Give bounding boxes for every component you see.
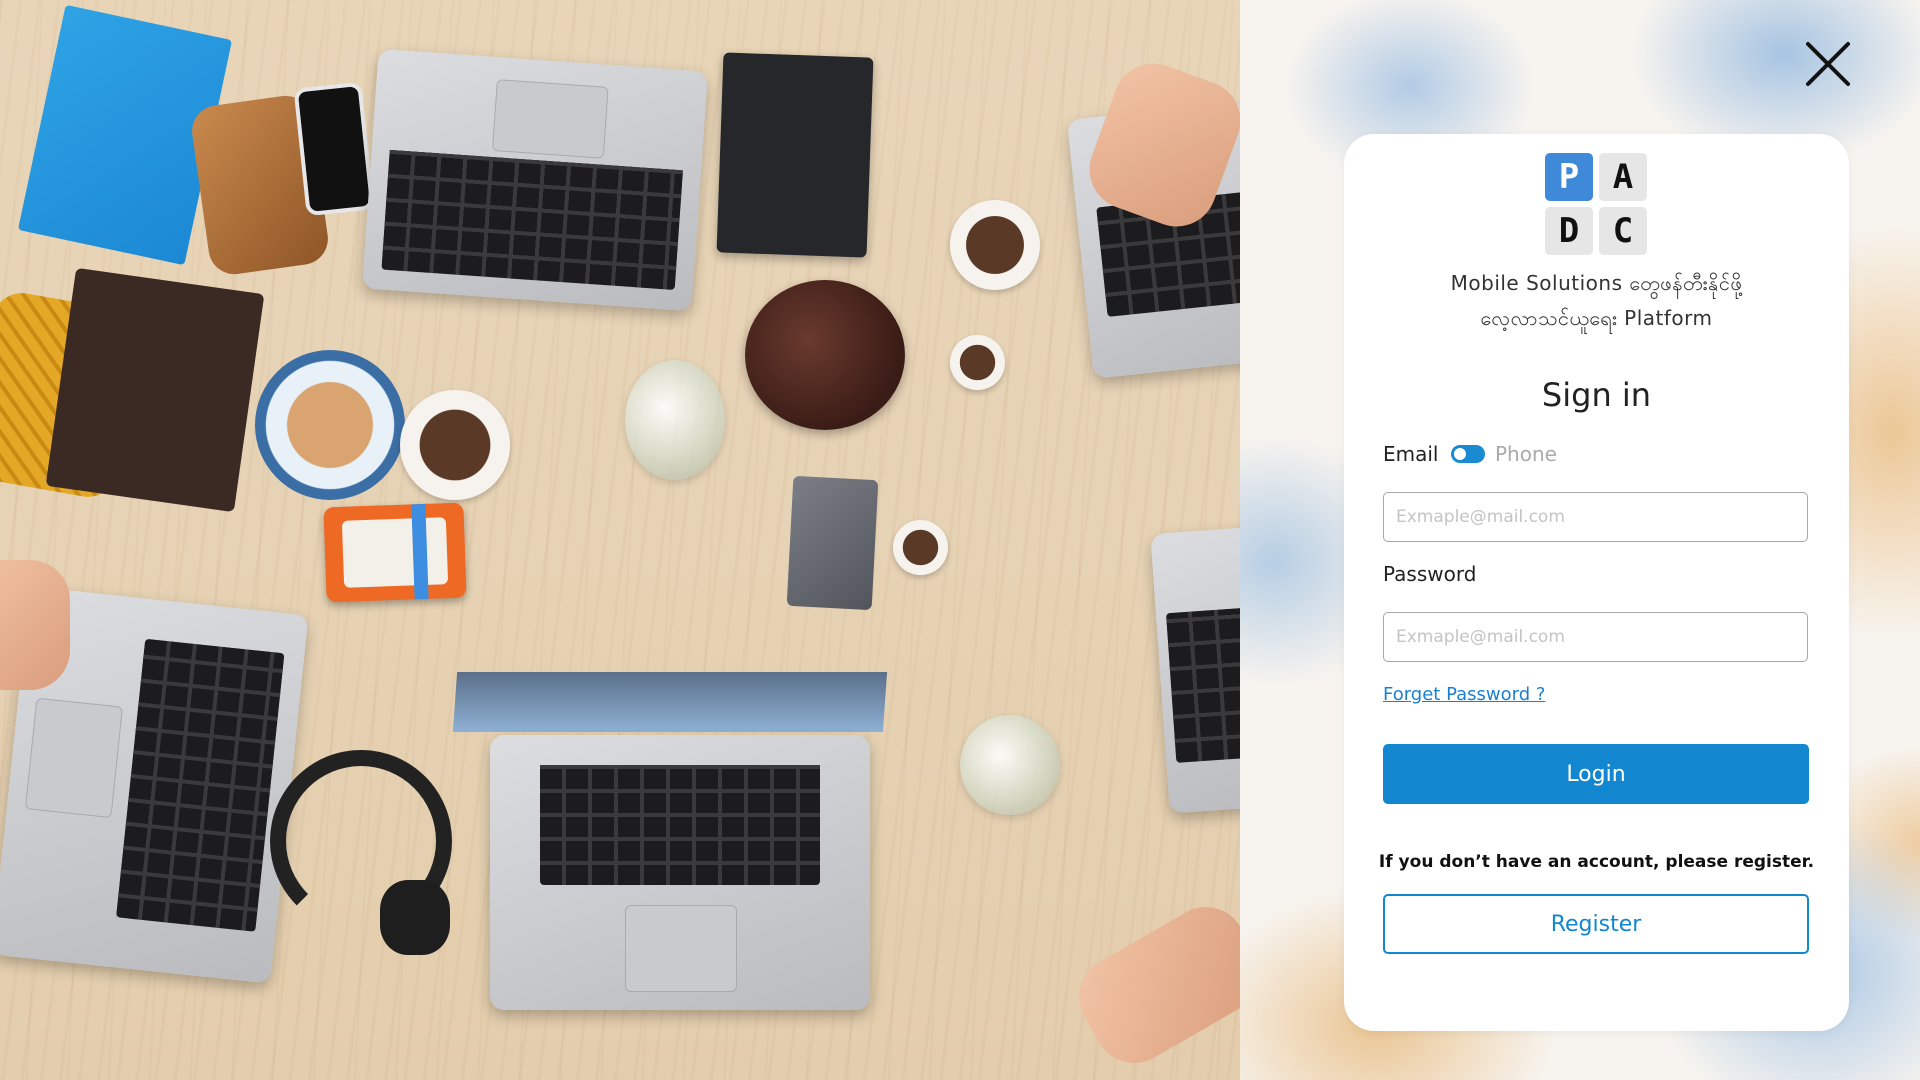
photo-laptop-bottom xyxy=(490,735,870,1010)
toggle-knob xyxy=(1454,448,1466,460)
photo-phone xyxy=(293,81,375,217)
photo-earcup xyxy=(380,880,450,955)
email-input[interactable] xyxy=(1383,492,1808,542)
logo-letter-d: D xyxy=(1545,207,1593,255)
email-phone-toggle[interactable] xyxy=(1451,445,1485,463)
photo-water-glass xyxy=(960,715,1060,815)
photo-cup xyxy=(400,390,510,500)
padc-logo: P A D C xyxy=(1545,153,1647,255)
email-label: Email xyxy=(1383,442,1439,466)
photo-hand-bottom xyxy=(1064,892,1240,1078)
login-button[interactable]: Login xyxy=(1383,744,1809,804)
tagline-line-1: Mobile Solutions တွေဖန်တီးနိုင်ဖို့ xyxy=(1450,271,1743,295)
tagline-line-2: လေ့လာသင်ယူရေး Platform xyxy=(1480,306,1713,330)
password-label: Password xyxy=(1383,562,1477,586)
photo-cup-small xyxy=(950,200,1040,290)
logo-letter-c: C xyxy=(1599,207,1647,255)
phone-label[interactable]: Phone xyxy=(1495,442,1557,466)
page-title: Sign in xyxy=(1541,376,1652,414)
photo-laptop-top xyxy=(362,48,708,312)
register-button[interactable]: Register xyxy=(1383,894,1809,954)
photo-laptop-screen xyxy=(452,672,888,732)
photo-laptop-right-bottom xyxy=(1150,526,1240,814)
close-button[interactable] xyxy=(1800,36,1856,92)
photo-teapot xyxy=(745,280,905,430)
hero-photo xyxy=(0,0,1240,1080)
register-note: If you don’t have an account, please reg… xyxy=(1378,852,1815,872)
photo-cup-brown xyxy=(893,520,948,575)
close-icon xyxy=(1806,42,1850,86)
photo-hard-drive xyxy=(323,502,467,603)
photo-power-bank xyxy=(786,475,879,611)
logo-letter-a: A xyxy=(1599,153,1647,201)
signin-card: P A D C Mobile Solutions တွေဖန်တီးနိုင်ဖ… xyxy=(1344,134,1849,1031)
logo-letter-p: P xyxy=(1545,153,1593,201)
photo-dark-notebook xyxy=(716,52,874,258)
photo-cup-tiny xyxy=(950,335,1005,390)
photo-hand-left xyxy=(0,560,70,690)
forgot-password-link[interactable]: Forget Password ? xyxy=(1383,684,1545,705)
photo-dark-book xyxy=(45,267,265,513)
photo-glass-bottle xyxy=(625,360,725,480)
photo-nut-bowl xyxy=(255,350,405,500)
password-input[interactable] xyxy=(1383,612,1808,662)
